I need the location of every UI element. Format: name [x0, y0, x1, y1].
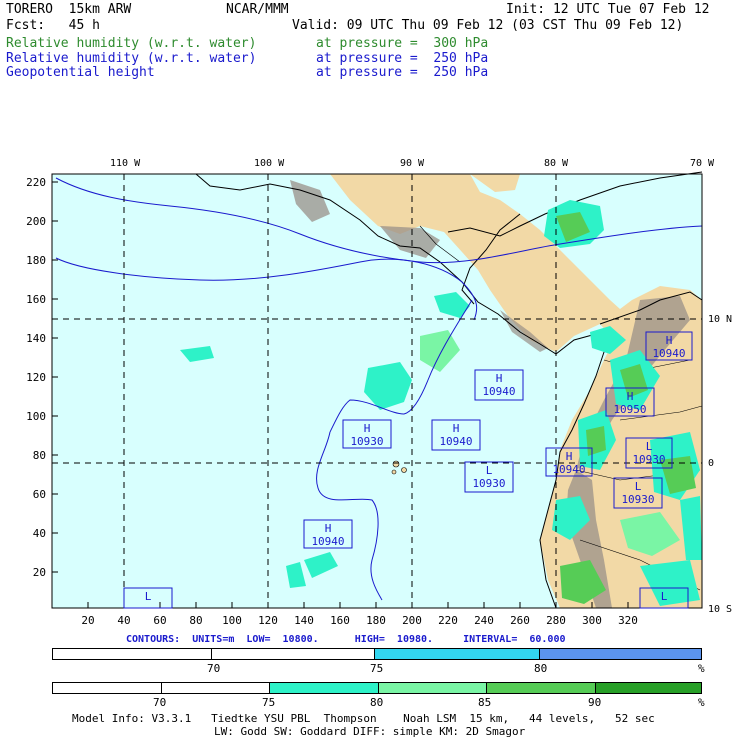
y-tick-label-20: 20 — [33, 566, 46, 579]
colorbar-300-seg-5 — [487, 683, 596, 693]
colorbar-300-tick-85: 85 — [478, 696, 492, 709]
y-tick-label-80: 80 — [33, 449, 46, 462]
center-value: 10940 — [439, 435, 472, 448]
colorbar-250-unit: % — [698, 662, 705, 675]
lat-label-10s: 10 S — [708, 604, 732, 615]
y-tick-labels: 20 40 60 80 100 120 140 160 180 200 220 — [26, 176, 46, 579]
center-value: 10940 — [652, 347, 685, 360]
center-type: H — [496, 372, 503, 385]
center-type: H — [364, 422, 371, 435]
lon-label-90w: 90 W — [400, 158, 425, 169]
x-tick-label-240: 240 — [474, 614, 494, 627]
center-value: 10940 — [482, 385, 515, 398]
model-info: Model Info: V3.3.1 Tiedtke YSU PBL Thomp… — [72, 712, 655, 725]
x-tick-label-20: 20 — [81, 614, 94, 627]
x-tick-label-140: 140 — [294, 614, 314, 627]
center-type: L — [145, 590, 152, 603]
x-tick-label-100: 100 — [222, 614, 242, 627]
colorbar-300-seg-2 — [161, 683, 271, 693]
lat-label-0: 0 — [708, 458, 714, 469]
x-tick-label-320: 320 — [618, 614, 638, 627]
colorbar-300-tick-75: 75 — [262, 696, 276, 709]
y-tick-label-60: 60 — [33, 488, 46, 501]
colorbar-300-seg-6 — [595, 683, 701, 693]
x-tick-label-160: 160 — [330, 614, 350, 627]
colorbar-250-seg-2 — [212, 649, 376, 659]
x-tick-labels: 20 40 60 80 100 120 140 160 180 200 220 240 260 280 30… — [81, 614, 638, 627]
center-value: 10940 — [552, 463, 585, 476]
lon-label-110w: 110 W — [110, 158, 141, 169]
colorbar-300-seg-1 — [53, 683, 162, 693]
lat-label-10n: 10 N — [708, 314, 732, 325]
x-tick-label-200: 200 — [402, 614, 422, 627]
center-type: H — [453, 422, 460, 435]
colorbar-250-seg-4 — [540, 649, 701, 659]
lon-label-70w: 70 W — [690, 158, 715, 169]
colorbar-300-seg-4 — [378, 683, 488, 693]
center-type: L — [646, 440, 653, 453]
colorbar-300hpa — [52, 682, 702, 694]
x-tick-label-280: 280 — [546, 614, 566, 627]
x-tick-label-120: 120 — [258, 614, 278, 627]
weather-map: H10940H10950H10940H10930H10940L10930H109… — [26, 158, 732, 627]
y-tick-label-180: 180 — [26, 254, 46, 267]
y-tick-label-140: 140 — [26, 332, 46, 345]
x-tick-label-40: 40 — [117, 614, 130, 627]
galapagos-island-2 — [401, 467, 407, 473]
center-value: 10930 — [632, 453, 665, 466]
colorbar-250-tick-70: 70 — [207, 662, 221, 675]
center-value: 10950 — [613, 403, 646, 416]
y-tick-label-220: 220 — [26, 176, 46, 189]
colorbar-300-unit: % — [698, 696, 705, 709]
colorbar-300-seg-3 — [270, 683, 379, 693]
y-tick-label-160: 160 — [26, 293, 46, 306]
galapagos-island-1 — [392, 460, 400, 468]
center-value: 10930 — [621, 493, 654, 506]
colorbar-250hpa — [52, 648, 702, 660]
y-tick-label-200: 200 — [26, 215, 46, 228]
center-type: L — [635, 480, 642, 493]
x-tick-label-180: 180 — [366, 614, 386, 627]
colorbar-250-tick-75: 75 — [370, 662, 384, 675]
lon-label-100w: 100 W — [254, 158, 285, 169]
center-type: H — [627, 390, 634, 403]
center-type: L — [486, 464, 493, 477]
x-tick-label-260: 260 — [510, 614, 530, 627]
y-tick-label-40: 40 — [33, 527, 46, 540]
center-value: 10930 — [350, 435, 383, 448]
center-type: H — [566, 450, 573, 463]
y-tick-label-120: 120 — [26, 371, 46, 384]
colorbar-250-seg-1 — [53, 649, 213, 659]
center-type: L — [661, 590, 668, 603]
colorbar-300-tick-70: 70 — [153, 696, 167, 709]
colorbar-300-tick-90: 90 — [588, 696, 602, 709]
x-tick-label-60: 60 — [153, 614, 166, 627]
colorbar-250-seg-3 — [375, 649, 541, 659]
physics-info: LW: Godd SW: Goddard DIFF: simple KM: 2D… — [214, 725, 526, 738]
colorbar-250-tick-80: 80 — [534, 662, 548, 675]
center-type: H — [666, 334, 673, 347]
center-value: 10940 — [311, 535, 344, 548]
x-tick-label-220: 220 — [438, 614, 458, 627]
contours-info: CONTOURS: UNITS=m LOW= 10800. HIGH= 1098… — [126, 634, 566, 645]
y-tick-label-100: 100 — [26, 410, 46, 423]
galapagos-island-3 — [391, 469, 397, 475]
center-type: H — [325, 522, 332, 535]
center-value: 10930 — [472, 477, 505, 490]
x-tick-label-300: 300 — [582, 614, 602, 627]
x-tick-label-80: 80 — [189, 614, 202, 627]
colorbar-300-tick-80: 80 — [370, 696, 384, 709]
lon-label-80w: 80 W — [544, 158, 569, 169]
